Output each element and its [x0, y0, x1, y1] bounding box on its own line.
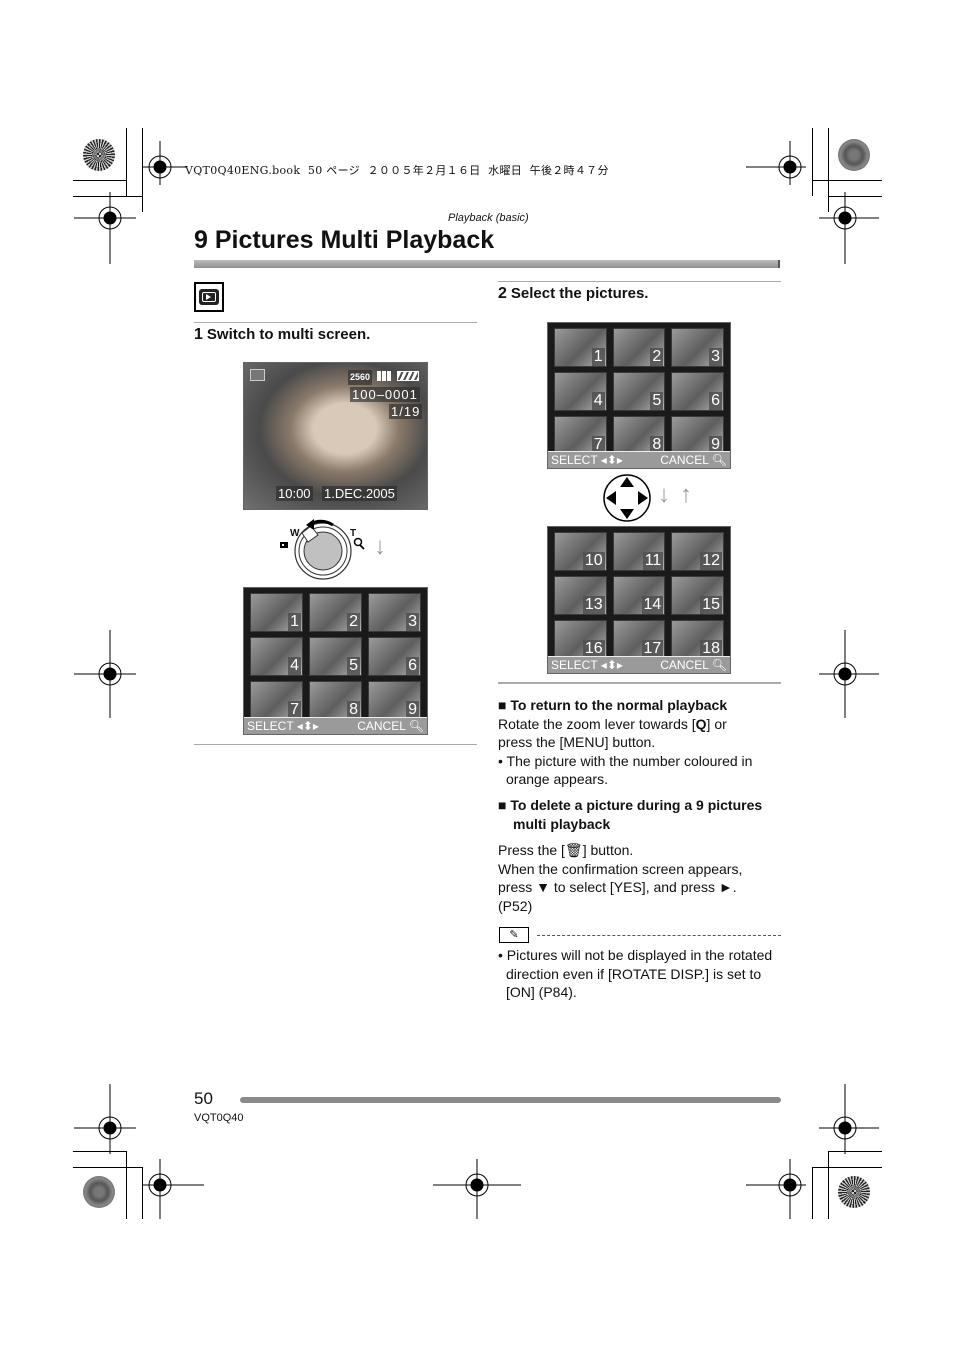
trash-icon: 🗑︎: [564, 842, 583, 858]
thumbnail[interactable]: 16: [554, 620, 607, 659]
multi-playback-screen-page2: 10 11 12 13 14 15 16 17 18 SELECT ◂⬍▸ CA…: [547, 526, 731, 674]
date-readout: 1.DEC.2005: [322, 486, 397, 501]
screen-status-bar: SELECT ◂⬍▸ CANCEL 🔍︎: [548, 451, 730, 468]
thumbnail-grid: 1 2 3 4 5 6 7 8 9: [250, 593, 421, 720]
multi-playback-screen-page1: 1 2 3 4 5 6 7 8 9 SELECT ◂⬍▸ CANCEL 🔍︎: [547, 322, 731, 469]
screen-status-bar: SELECT ◂⬍▸ CANCEL 🔍︎: [244, 717, 427, 734]
footer-bar: [240, 1097, 781, 1103]
note-heading: ■ To delete a picture during a 9 picture…: [498, 797, 763, 832]
file-number: 100–0001: [350, 387, 420, 402]
note-text: Press the [🗑︎] button.: [498, 842, 634, 858]
thumbnail[interactable]: 13: [554, 576, 607, 615]
step-text: Switch to multi screen.: [206, 326, 371, 343]
cancel-hint: CANCEL 🔍︎: [660, 658, 727, 672]
thumbnail[interactable]: 15: [671, 576, 724, 615]
page-title: 9 Pictures Multi Playback: [194, 226, 495, 254]
single-playback-screen: 2560 100–0001 1/19 10:00 1.DEC.2005: [243, 362, 428, 510]
arrow-up-icon: ↑: [680, 481, 692, 508]
arrow-down-icon: ↓: [658, 481, 670, 508]
thumbnail[interactable]: 12: [671, 532, 724, 571]
quality-icon: [377, 371, 391, 381]
thumbnail[interactable]: 3: [671, 328, 724, 367]
tip-bullet: • Pictures will not be displayed in the …: [498, 947, 773, 1000]
wide-label: W: [290, 528, 300, 539]
cancel-hint: CANCEL 🔍︎: [660, 453, 727, 467]
zoom-icon: 🔍︎: [711, 658, 727, 672]
select-hint: SELECT ◂⬍▸: [247, 719, 319, 733]
delete-note: ■ To delete a picture during a 9 picture…: [498, 796, 783, 915]
note-text: Rotate the zoom lever towards [Q] or: [498, 715, 727, 732]
step-number: 2: [498, 285, 507, 302]
multi-playback-screen-left: 1 2 3 4 5 6 7 8 9 SELECT ◂⬍▸ CANCEL 🔍︎: [243, 587, 428, 735]
thumbnail[interactable]: 7: [554, 416, 607, 455]
thumbnail[interactable]: 7: [250, 681, 303, 720]
print-header: VQT0Q40ENG.book 50 ページ ２００５年２月１６日 水曜日 午後…: [185, 164, 609, 177]
note-bullet: • The picture with the number coloured i…: [498, 752, 753, 788]
step-number: 1: [194, 326, 203, 343]
select-hint: SELECT ◂⬍▸: [551, 658, 623, 672]
play-indicator-icon: [250, 369, 265, 381]
divider: [194, 322, 477, 323]
note-text: press ▼ to select [YES], and press ►.: [498, 879, 737, 895]
page-number: 50: [194, 1089, 213, 1108]
zoom-lever[interactable]: W T ↓: [278, 515, 398, 585]
thumbnail[interactable]: 11: [612, 532, 666, 571]
thumbnail[interactable]: 1: [250, 593, 303, 632]
cursor-buttons[interactable]: ↓ ↑: [602, 473, 706, 523]
thumbnail[interactable]: 4: [554, 372, 607, 411]
divider: [194, 744, 477, 745]
divider: [498, 682, 781, 684]
thumbnail[interactable]: 6: [368, 637, 421, 676]
screen-status-bar: SELECT ◂⬍▸ CANCEL 🔍︎: [548, 656, 730, 673]
note-heading: ■ To return to the normal playback: [498, 697, 728, 713]
thumbnail[interactable]: 10: [554, 532, 607, 571]
thumbnail[interactable]: 18: [671, 620, 724, 659]
thumbnail[interactable]: 8: [612, 416, 666, 455]
thumbnail[interactable]: 5: [612, 372, 666, 411]
time-readout: 10:00: [276, 486, 313, 501]
note-text: (P52): [498, 897, 533, 914]
four-way-pad-icon: [603, 474, 651, 522]
divider: [498, 281, 781, 282]
battery-icon: [397, 371, 419, 381]
thumbnail[interactable]: 2: [612, 328, 666, 367]
thumbnail[interactable]: 2: [309, 593, 362, 632]
title-underline: [194, 260, 780, 268]
select-hint: SELECT ◂⬍▸: [551, 453, 623, 467]
thumbnail-grid: 10 11 12 13 14 15 16 17 18: [554, 532, 724, 659]
thumbnail[interactable]: 14: [612, 576, 666, 615]
zoom-icon: 🔍︎: [711, 453, 727, 467]
tip-divider: [537, 935, 781, 936]
playback-mode-icon: [194, 282, 224, 312]
thumbnail[interactable]: 4: [250, 637, 303, 676]
tele-label: T: [350, 528, 357, 539]
registration-targets: [74, 141, 879, 1219]
step-2: 2 Select the pictures.: [498, 285, 648, 303]
thumbnail[interactable]: 1: [554, 328, 607, 367]
note-text: When the confirmation screen appears,: [498, 860, 743, 877]
thumbnail[interactable]: 3: [368, 593, 421, 632]
arrow-down-icon: ↓: [374, 533, 386, 560]
zoom-icon: Q: [695, 715, 707, 732]
tip-icon: ✎: [499, 927, 529, 943]
note-text: press the [MENU] button.: [498, 734, 656, 750]
resolution-readout: 2560: [348, 370, 373, 385]
thumbnail[interactable]: 17: [612, 620, 666, 659]
model-code: VQT0Q40: [194, 1112, 244, 1124]
thumbnail-grid: 1 2 3 4 5 6 7 8 9: [554, 328, 724, 455]
thumbnail[interactable]: 6: [671, 372, 724, 411]
thumbnail[interactable]: 9: [368, 681, 421, 720]
thumbnail[interactable]: 8: [309, 681, 362, 720]
cancel-hint: CANCEL 🔍︎: [357, 719, 424, 733]
return-note: ■ To return to the normal playback Rotat…: [498, 696, 783, 789]
thumbnail[interactable]: 9: [671, 416, 724, 455]
section-label: Playback (basic): [448, 212, 529, 224]
step-text: Select the pictures.: [510, 285, 649, 302]
zoom-icon: 🔍︎: [408, 719, 424, 733]
thumbnail[interactable]: 5: [309, 637, 362, 676]
frame-counter: 1/19: [389, 404, 423, 419]
step-1: 1 Switch to multi screen.: [194, 326, 370, 344]
